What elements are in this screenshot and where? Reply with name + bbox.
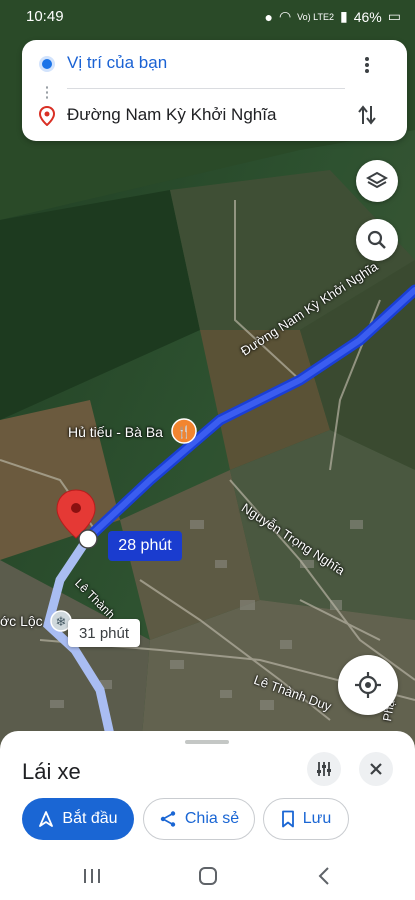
origin-dot-icon [42, 59, 52, 69]
back-icon[interactable] [316, 866, 332, 886]
system-nav-bar [0, 850, 415, 900]
battery-icon: ▭ [387, 8, 401, 24]
share-icon [160, 811, 176, 827]
route-options-button[interactable] [307, 752, 341, 786]
more-vert-icon [365, 57, 369, 73]
drag-handle[interactable] [185, 740, 229, 744]
share-label: Chia sẻ [184, 810, 240, 827]
origin-row[interactable]: Vị trí của bạn [22, 40, 407, 88]
layers-button[interactable] [356, 160, 398, 202]
close-button[interactable] [359, 752, 393, 786]
my-location-icon [355, 672, 381, 698]
home-icon[interactable] [198, 866, 218, 886]
eta-alt-chip[interactable]: 31 phút [68, 619, 140, 647]
network-label: Vo) LTE2 [297, 11, 335, 22]
eta-main-chip[interactable]: 28 phút [108, 531, 182, 561]
save-label: Lưu [302, 810, 332, 827]
navigation-icon [39, 811, 54, 827]
location-status-icon: ● [264, 8, 273, 25]
place-label-left: ớc Lộc [0, 613, 43, 629]
layers-icon [366, 171, 388, 189]
travel-mode-title: Lái xe [22, 759, 81, 784]
swap-button[interactable] [352, 100, 382, 130]
svg-text:🍴: 🍴 [177, 425, 192, 439]
search-icon [367, 230, 386, 249]
start-label: Bắt đầu [62, 810, 118, 827]
battery-text: 46% [353, 8, 382, 25]
save-button[interactable]: Lưu [263, 798, 349, 840]
destination-label: Đường Nam Kỳ Khởi Nghĩa [67, 105, 277, 124]
route-card: Vị trí của bạn Đường Nam Kỳ Khởi Nghĩa [22, 40, 407, 141]
wifi-icon: ◠ [278, 8, 292, 24]
start-button[interactable]: Bắt đầu [22, 798, 134, 840]
more-options-button[interactable] [354, 50, 380, 80]
status-time: 10:49 [26, 8, 64, 25]
bookmark-icon [281, 810, 294, 828]
origin-label: Vị trí của bạn [67, 53, 168, 72]
destination-row[interactable]: Đường Nam Kỳ Khởi Nghĩa [22, 92, 407, 140]
signal-icon: ▮ [340, 8, 348, 24]
status-bar: 10:49 ● ◠ Vo) LTE2 ▮ 46% ▭ [0, 0, 415, 34]
share-button[interactable]: Chia sẻ [143, 798, 255, 840]
destination-pin-icon [39, 106, 55, 126]
my-location-button[interactable] [338, 655, 398, 715]
divider [67, 88, 345, 89]
recents-icon[interactable] [82, 867, 102, 885]
svg-text:❄: ❄ [56, 615, 67, 630]
swap-icon [358, 105, 376, 125]
tune-icon [317, 762, 331, 776]
search-button[interactable] [356, 219, 398, 261]
poi-label[interactable]: Hủ tiếu - Bà Ba [68, 424, 163, 440]
close-icon [370, 763, 382, 775]
